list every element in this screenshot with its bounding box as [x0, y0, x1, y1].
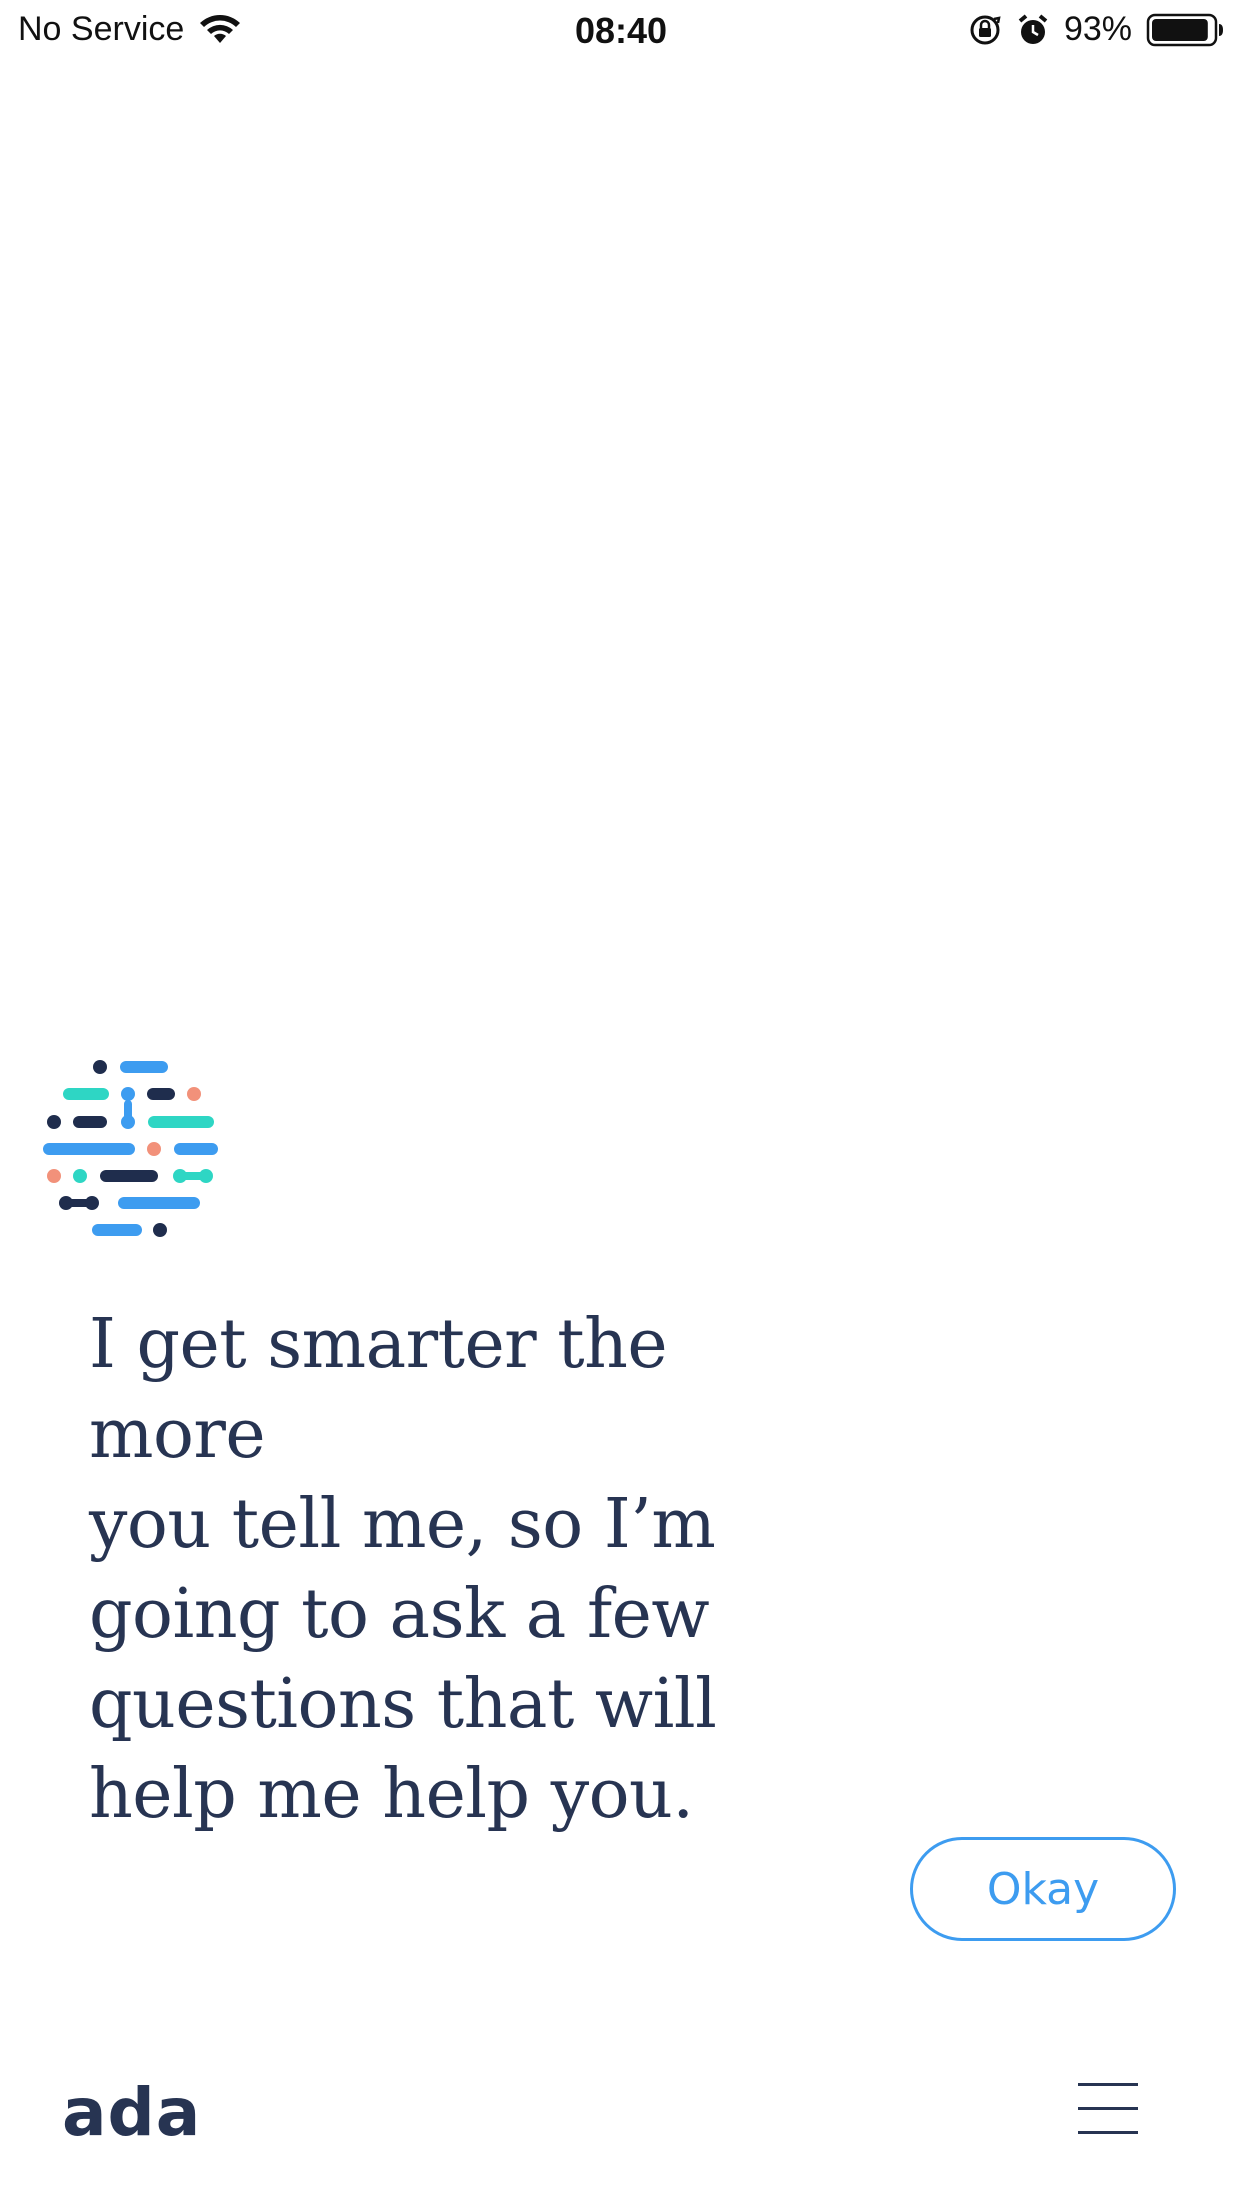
onboarding-message: I get smarter the more you tell me, so I…: [89, 1300, 849, 1840]
message-line: questions that will: [89, 1665, 717, 1744]
status-right: 93%: [968, 10, 1224, 49]
message-line: going to ask a few: [89, 1575, 710, 1654]
hamburger-menu-icon[interactable]: [1076, 2080, 1140, 2138]
ada-brand-logo: ada: [62, 2074, 202, 2151]
battery-icon: [1146, 12, 1224, 48]
ada-logo-mark-icon: [40, 1060, 230, 1250]
battery-percent: 93%: [1063, 10, 1132, 48]
orientation-lock-icon: [968, 13, 1002, 47]
alarm-icon: [1016, 13, 1050, 47]
message-line: I get smarter the more: [89, 1305, 668, 1474]
okay-button-label: Okay: [986, 1863, 1100, 1915]
okay-button[interactable]: Okay: [910, 1837, 1176, 1941]
message-line: help me help you.: [89, 1755, 694, 1834]
status-bar: No Service 08:40 93%: [0, 0, 1242, 64]
message-line: you tell me, so I’m: [89, 1485, 716, 1564]
